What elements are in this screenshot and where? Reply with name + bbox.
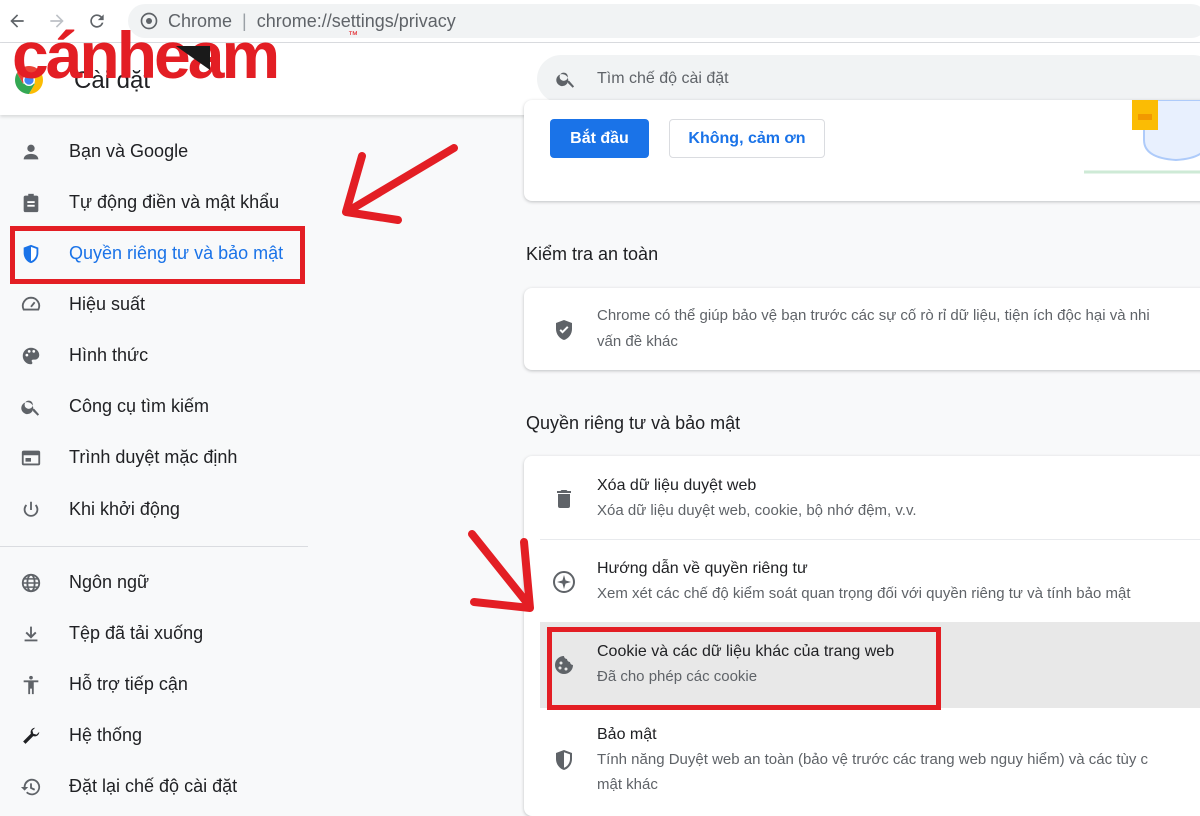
sidebar-item-label: Công cụ tìm kiếm [69, 396, 210, 416]
shield-icon [551, 747, 577, 773]
power-icon [19, 498, 43, 522]
row-title: Hướng dẫn về quyền riêng tư [597, 560, 808, 577]
annotation-arrow-sidebar [342, 144, 458, 224]
palette-icon [19, 344, 43, 368]
sidebar-item-label: Hiệu suất [69, 294, 146, 314]
sidebar-divider [0, 546, 308, 547]
sidebar-item-label: Hỗ trợ tiếp cận [69, 674, 188, 694]
sidebar-item-autofill[interactable]: Tự động điền và mật khẩu [0, 177, 310, 228]
sidebar-item-label: Hệ thống [69, 725, 143, 745]
promo-illustration-icon [1084, 100, 1200, 174]
trash-icon [551, 486, 577, 512]
globe-icon [19, 571, 43, 595]
sidebar-item-system[interactable]: Hệ thống [0, 710, 310, 761]
safety-check-card [524, 288, 1200, 370]
sidebar-item-on-startup[interactable]: Khi khởi động [0, 484, 310, 535]
safety-check-title: Kiểm tra an toàn [526, 244, 659, 264]
sidebar-item-label: Ngôn ngữ [69, 572, 150, 592]
annotation-arrow-cookies [468, 530, 534, 612]
search-icon [19, 395, 43, 419]
sidebar-highlight-box [10, 226, 305, 284]
safety-check-text-line1: Chrome có thể giúp bảo vệ bạn trước các … [597, 307, 1150, 324]
row-subtitle: Xem xét các chế độ kiểm soát quan trọng … [597, 585, 1131, 602]
row-subtitle: Xóa dữ liệu duyệt web, cookie, bộ nhớ đệ… [597, 502, 917, 519]
settings-search-input[interactable] [595, 69, 1159, 89]
accessibility-icon [19, 673, 43, 697]
sidebar-item-label: Đặt lại chế độ cài đặt [69, 776, 238, 796]
no-thanks-button[interactable]: Không, cảm ơn [669, 119, 825, 158]
safety-shield-icon [551, 317, 577, 343]
row-title: Bảo mật [597, 726, 657, 743]
sidebar-item-label: Bạn và Google [69, 141, 189, 161]
row-subtitle-continued: mật khác [597, 776, 658, 793]
watermark-tm: ™ [348, 30, 358, 41]
watermark-text: cánheam [12, 20, 277, 90]
privacy-section-title: Quyền riêng tư và bảo mật [526, 413, 741, 433]
cookies-highlight-box [547, 627, 941, 710]
sidebar-item-reset-settings[interactable]: Đặt lại chế độ cài đặt [0, 761, 310, 812]
sidebar-item-accessibility[interactable]: Hỗ trợ tiếp cận [0, 659, 310, 710]
sidebar-item-performance[interactable]: Hiệu suất [0, 279, 310, 330]
download-icon [19, 622, 43, 646]
browser-window-icon [19, 446, 43, 470]
start-button[interactable]: Bắt đầu [550, 119, 649, 158]
sidebar-item-label: Tự động điền và mật khẩu [69, 192, 280, 212]
row-divider [540, 539, 1200, 540]
sidebar-item-languages[interactable]: Ngôn ngữ [0, 557, 310, 608]
settings-search-box[interactable] [537, 55, 1200, 103]
sidebar-item-default-browser[interactable]: Trình duyệt mặc định [0, 432, 310, 483]
compass-icon [551, 569, 577, 595]
cannheam-watermark-logo: cánheam ™ [12, 20, 358, 90]
sidebar-item-label: Hình thức [69, 345, 149, 365]
sidebar-item-label: Tệp đã tải xuống [69, 623, 204, 643]
safety-check-text-line2: vấn đề khác [597, 333, 678, 350]
sidebar-item-search-engine[interactable]: Công cụ tìm kiếm [0, 381, 310, 432]
speedometer-icon [19, 293, 43, 317]
wrench-icon [19, 724, 43, 748]
search-icon [556, 72, 575, 88]
person-icon [19, 140, 43, 164]
sidebar-item-downloads[interactable]: Tệp đã tải xuống [0, 608, 310, 659]
clipboard-icon [19, 191, 43, 215]
sidebar-item-label: Trình duyệt mặc định [69, 447, 238, 467]
restore-icon [19, 775, 43, 799]
sidebar-item-label: Khi khởi động [69, 499, 180, 519]
row-title: Xóa dữ liệu duyệt web [597, 477, 757, 494]
sidebar-item-you-and-google[interactable]: Bạn và Google [0, 126, 310, 177]
sidebar-item-appearance[interactable]: Hình thức [0, 330, 310, 381]
row-subtitle: Tính năng Duyệt web an toàn (bảo vệ trướ… [597, 751, 1148, 768]
